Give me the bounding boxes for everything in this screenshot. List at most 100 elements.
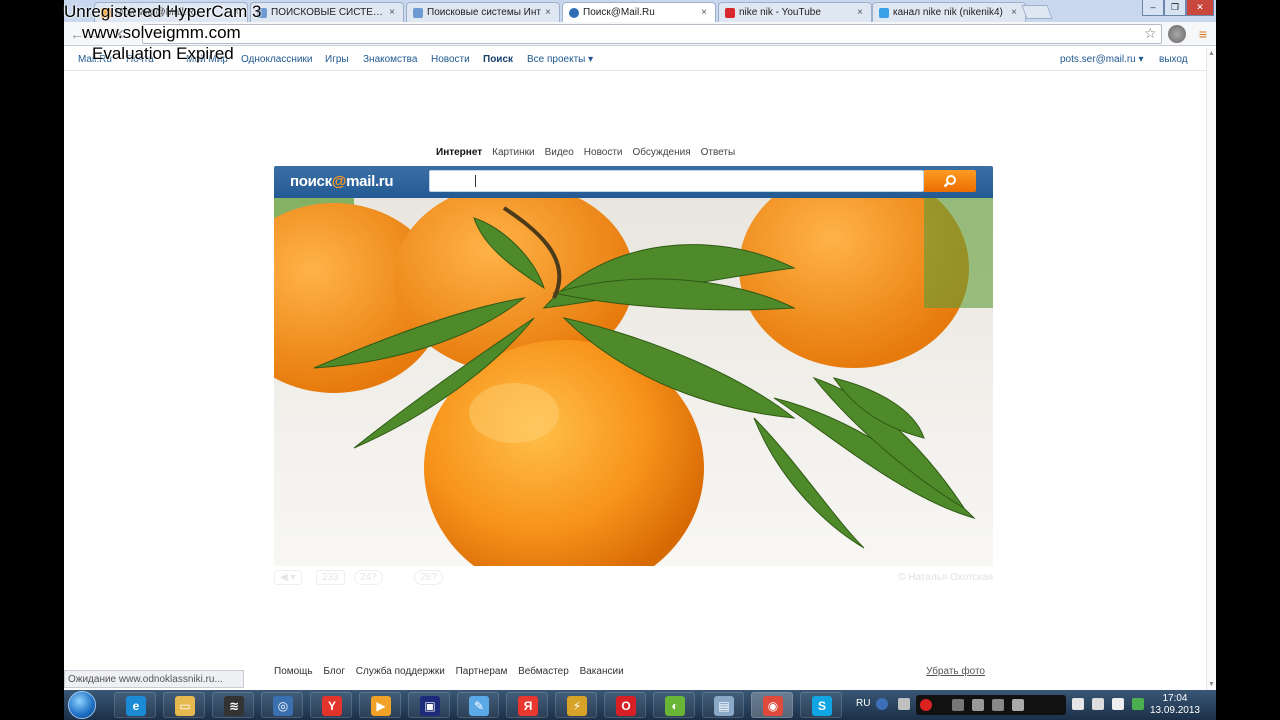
taskbar-yandex-browser-button[interactable]: Я (506, 692, 548, 718)
taskbar-save-button[interactable]: ▣ (408, 692, 450, 718)
tab-internet[interactable]: Интернет (436, 147, 482, 158)
photo-like-button[interactable]: 24? (354, 570, 383, 585)
taskbar-explorer-button[interactable]: ▭ (163, 692, 205, 718)
search-logo[interactable]: поиск@mail.ru (290, 173, 394, 190)
scroll-down-icon[interactable]: ▼ (1208, 681, 1215, 688)
tab-close-icon[interactable]: × (855, 7, 865, 18)
tab-kartinki[interactable]: Картинки (492, 147, 534, 158)
system-tray: RU 17:04 13.09.2013 (846, 690, 1216, 720)
close-window-button[interactable]: ✕ (1186, 0, 1214, 16)
taskbar-paint-button[interactable]: ✎ (457, 692, 499, 718)
tab-poisk-mail[interactable]: Поиск@Mail.Ru × (562, 2, 716, 22)
taskbar-media-button[interactable]: ▶ (359, 692, 401, 718)
recorder-stop-icon[interactable] (952, 699, 964, 711)
network-icon[interactable] (1092, 698, 1104, 710)
taskbar-skype-button[interactable]: S (800, 692, 842, 718)
tray-app-icon[interactable] (898, 698, 910, 710)
volume-icon[interactable] (1112, 698, 1124, 710)
link-novosti[interactable]: Новости (431, 54, 470, 65)
language-indicator[interactable]: RU (856, 698, 870, 709)
status-bubble: Ожидание www.odnoklassniki.ru... (64, 670, 244, 688)
taskbar-yandex-button[interactable]: Y (310, 692, 352, 718)
record-icon[interactable] (920, 699, 932, 711)
link-poisk[interactable]: Поиск (483, 54, 513, 65)
save-icon: ▣ (420, 696, 440, 716)
footer-link-support[interactable]: Служба поддержки (356, 666, 445, 677)
tray-green-icon[interactable] (1132, 698, 1144, 710)
photo-views-count: 233 (316, 570, 345, 585)
clock-time: 17:04 (1162, 693, 1188, 704)
extension-icon[interactable] (1168, 25, 1186, 43)
explorer-icon: ▭ (175, 696, 195, 716)
taskbar-opera-button[interactable]: O (604, 692, 646, 718)
tab-novosti[interactable]: Новости (584, 147, 623, 158)
new-tab-button[interactable] (1021, 5, 1053, 19)
tab-close-icon[interactable]: × (387, 7, 397, 18)
skype-icon: S (812, 696, 832, 716)
photo-author[interactable]: © Наталья Охотская (898, 572, 993, 583)
tab-poiskovye-sistemy-int[interactable]: Поисковые системы Инт × (406, 2, 560, 22)
taskbar-chrome-button[interactable]: ◉ (751, 692, 793, 718)
recorder-tool-icon[interactable] (992, 699, 1004, 711)
footer-link-partners[interactable]: Партнерам (456, 666, 508, 677)
windows-taskbar: e ▭ ≋ ◎ Y ▶ ▣ ✎ Я ⚡ O ◐ ▤ ◉ S RU 17:04 13.09.2013 (64, 690, 1216, 720)
footer-link-webmaster[interactable]: Вебмастер (518, 666, 569, 677)
scroll-up-icon[interactable]: ▲ (1208, 50, 1215, 57)
menu-icon[interactable]: ≡ (1194, 25, 1212, 43)
magnifier-icon (943, 175, 956, 188)
recorder-settings-icon[interactable] (972, 699, 984, 711)
browser-window: Мой мир@Mail.Ru × ПОИСКОВЫЕ СИСТЕМЫ × Поис… (64, 0, 1216, 690)
tab-favicon (725, 7, 735, 18)
clock[interactable]: 17:04 13.09.2013 (1150, 693, 1200, 717)
taskbar-tool-button[interactable]: ⚡ (555, 692, 597, 718)
start-button[interactable] (68, 691, 96, 719)
tab-poiskovye-sistemy[interactable]: ПОИСКОВЫЕ СИСТЕМЫ × (250, 2, 404, 22)
hypercam-icon: ◎ (273, 696, 293, 716)
tangerines-image (274, 198, 993, 566)
watermark-line-3: Evaluation Expired (92, 44, 234, 63)
hide-photo-link[interactable]: Убрать фото (926, 666, 985, 677)
paint-icon: ✎ (469, 696, 489, 716)
recorder-close-icon[interactable] (1012, 699, 1024, 711)
flag-icon[interactable] (1072, 698, 1084, 710)
tab-twitter[interactable]: канал nike nik (nikenik4) × (872, 2, 1026, 22)
opera-icon: O (616, 696, 636, 716)
yandex-browser-icon: Я (518, 696, 538, 716)
tab-close-icon[interactable]: × (543, 7, 553, 18)
photo-controls: ◀ ▾ 233 24? 28? © Наталья Охотская (274, 570, 993, 586)
taskbar-hypercam-button[interactable]: ◎ (261, 692, 303, 718)
tab-otvety[interactable]: Ответы (701, 147, 736, 158)
maximize-button[interactable]: ❐ (1164, 0, 1186, 16)
link-vse-proekty[interactable]: Все проекты ▾ (527, 54, 593, 65)
vertical-scrollbar[interactable]: ▲ ▼ (1206, 48, 1216, 690)
logout-link[interactable]: выход (1159, 54, 1188, 65)
tab-favicon (569, 7, 579, 18)
search-vertical-tabs: Интернет Картинки Видео Новости Обсужден… (436, 147, 735, 158)
footer-link-vacancies[interactable]: Вакансии (580, 666, 624, 677)
taskbar-ie-button[interactable]: e (114, 692, 156, 718)
hypercam-watermark: Unregistered HyperCam 3 www.solveigmm.co… (64, 1, 261, 64)
recorder-controls (916, 695, 1066, 715)
tab-youtube[interactable]: nike nik - YouTube × (718, 2, 872, 22)
footer-links: Помощь Блог Служба поддержки Партнерам В… (274, 666, 993, 677)
footer-link-help[interactable]: Помощь (274, 666, 313, 677)
photo-share-button[interactable]: 28? (414, 570, 443, 585)
taskbar-game-button[interactable]: ◐ (653, 692, 695, 718)
search-input[interactable] (429, 170, 924, 192)
tab-close-icon[interactable]: × (699, 7, 709, 18)
address-bar[interactable] (142, 24, 1162, 44)
minimize-button[interactable]: – (1142, 0, 1164, 16)
link-igry[interactable]: Игры (325, 54, 349, 65)
footer-link-blog[interactable]: Блог (323, 666, 345, 677)
link-znakomstva[interactable]: Знакомства (363, 54, 417, 65)
taskbar-window-button[interactable]: ▤ (702, 692, 744, 718)
tab-obsuzhdeniya[interactable]: Обсуждения (633, 147, 691, 158)
tab-video[interactable]: Видео (545, 147, 574, 158)
photo-prev-button[interactable]: ◀ ▾ (274, 570, 302, 585)
tab-close-icon[interactable]: × (1009, 7, 1019, 18)
help-icon[interactable] (876, 698, 888, 710)
user-email[interactable]: pots.ser@mail.ru ▾ (1060, 54, 1144, 65)
search-button[interactable] (924, 170, 976, 192)
bookmark-star-icon[interactable]: ☆ (1144, 25, 1157, 42)
taskbar-terminal-button[interactable]: ≋ (212, 692, 254, 718)
